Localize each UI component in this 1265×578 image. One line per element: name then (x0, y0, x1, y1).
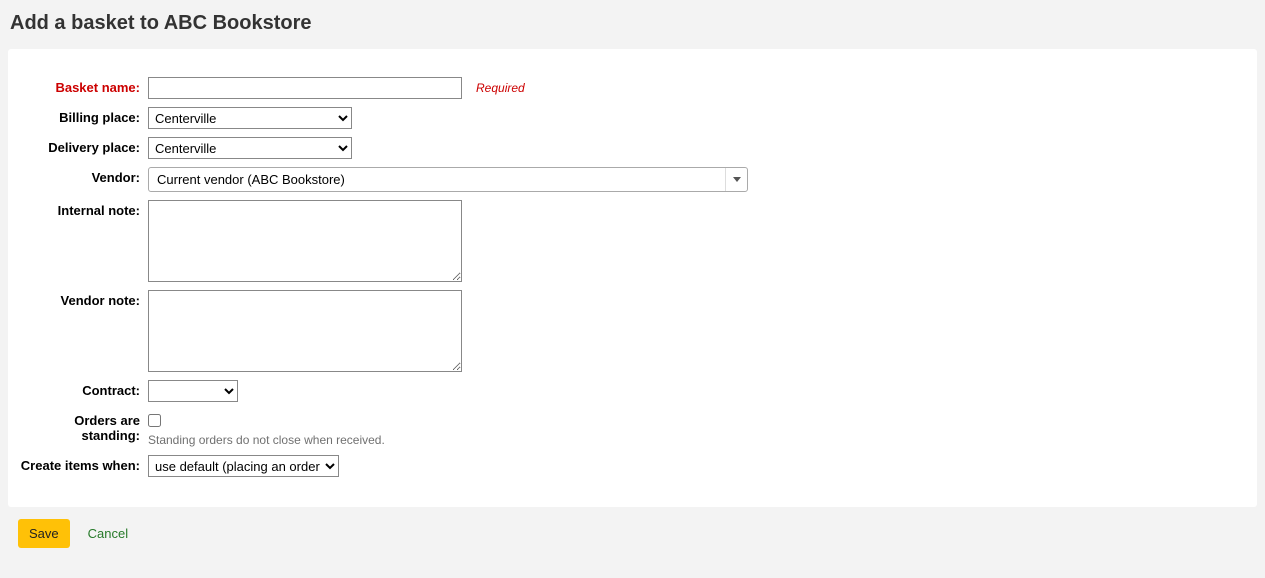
actions-bar: Save Cancel (0, 507, 1265, 560)
delivery-place-label: Delivery place: (18, 137, 148, 155)
basket-name-label: Basket name: (18, 77, 148, 95)
billing-place-label: Billing place: (18, 107, 148, 125)
orders-standing-label: Orders are standing: (18, 410, 148, 443)
standing-hint: Standing orders do not close when receiv… (148, 433, 385, 447)
orders-standing-checkbox[interactable] (148, 414, 161, 427)
basket-name-input[interactable] (148, 77, 462, 99)
billing-place-select[interactable]: Centerville (148, 107, 352, 129)
create-items-select[interactable]: use default (placing an order) (148, 455, 339, 477)
required-hint: Required (476, 81, 525, 95)
internal-note-textarea[interactable] (148, 200, 462, 282)
vendor-label: Vendor: (18, 167, 148, 185)
form-panel: Basket name: Required Billing place: Cen… (8, 49, 1257, 507)
chevron-down-icon (733, 177, 741, 182)
page-title: Add a basket to ABC Bookstore (0, 0, 1265, 49)
vendor-note-textarea[interactable] (148, 290, 462, 372)
vendor-note-label: Vendor note: (18, 290, 148, 308)
vendor-combobox[interactable] (148, 167, 748, 192)
vendor-dropdown-toggle[interactable] (725, 168, 747, 191)
delivery-place-select[interactable]: Centerville (148, 137, 352, 159)
vendor-input[interactable] (149, 168, 725, 191)
contract-select[interactable] (148, 380, 238, 402)
contract-label: Contract: (18, 380, 148, 398)
save-button[interactable]: Save (18, 519, 70, 548)
create-items-label: Create items when: (18, 455, 148, 473)
internal-note-label: Internal note: (18, 200, 148, 218)
cancel-link[interactable]: Cancel (88, 526, 128, 541)
